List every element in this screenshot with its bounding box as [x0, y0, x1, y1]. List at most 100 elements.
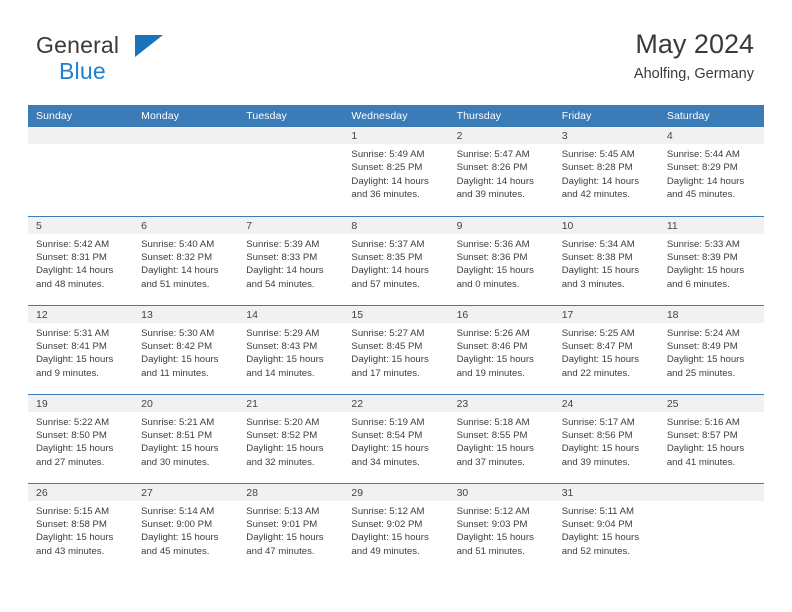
sunrise-text: Sunrise: 5:15 AM — [36, 505, 110, 517]
sunrise-text: Sunrise: 5:14 AM — [141, 505, 215, 517]
calendar-day-cell[interactable]: 30 Sunrise: 5:12 AM Sunset: 9:03 PM Dayligh… — [448, 482, 554, 572]
calendar-day-cell[interactable]: 4 Sunrise: 5:44 AM Sunset: 8:29 PM Daylight… — [658, 127, 764, 216]
day-number: 9 — [448, 216, 554, 234]
daylight-text-line1: Daylight: 15 hours — [456, 265, 534, 277]
daylight-text-line1: Daylight: 15 hours — [246, 532, 324, 544]
day-number: 8 — [343, 216, 449, 234]
brand-logo[interactable]: General Blue — [36, 34, 236, 86]
daylight-text-line1: Daylight: 15 hours — [36, 354, 114, 366]
calendar-day-cell[interactable]: 1 Sunrise: 5:49 AM Sunset: 8:25 PM Daylight… — [343, 127, 449, 216]
day-number: 29 — [343, 483, 449, 501]
day-number-band — [28, 127, 134, 144]
calendar-day-cell[interactable]: 25 Sunrise: 5:16 AM Sunset: 8:57 PM Dayligh… — [658, 393, 764, 483]
day-number: 17 — [553, 305, 659, 323]
calendar-day-cell[interactable]: 16 Sunrise: 5:26 AM Sunset: 8:46 PM Dayligh… — [448, 304, 554, 394]
sunset-text: Sunset: 8:25 PM — [351, 162, 423, 174]
day-details: Sunrise: 5:12 AM Sunset: 9:02 PM Daylight:… — [343, 501, 448, 559]
daylight-text-line1: Daylight: 15 hours — [561, 354, 640, 366]
daylight-text-line2: and 54 minutes. — [246, 278, 315, 290]
daylight-text-line1: Daylight: 14 hours — [351, 175, 429, 187]
daylight-text-line2: and 51 minutes. — [456, 545, 525, 557]
sunrise-text: Sunrise: 5:17 AM — [561, 416, 635, 428]
daylight-text-line2: and 0 minutes. — [456, 278, 520, 290]
calendar-day-cell[interactable]: 21 Sunrise: 5:20 AM Sunset: 8:52 PM Dayligh… — [238, 393, 344, 483]
daylight-text-line1: Daylight: 15 hours — [246, 354, 324, 366]
calendar-day-cell[interactable]: 7 Sunrise: 5:39 AM Sunset: 8:33 PM Daylight… — [238, 215, 344, 305]
day-number: 10 — [553, 216, 659, 234]
calendar-day-cell[interactable]: 11 Sunrise: 5:33 AM Sunset: 8:39 PM Dayligh… — [658, 215, 764, 305]
sunrise-text: Sunrise: 5:30 AM — [141, 327, 215, 339]
calendar-day-cell[interactable]: 14 Sunrise: 5:29 AM Sunset: 8:43 PM Dayligh… — [238, 304, 344, 394]
calendar-header-row: Sunday Monday Tuesday Wednesday Thursday Frid… — [28, 105, 764, 127]
calendar-day-cell[interactable]: 5 Sunrise: 5:42 AM Sunset: 8:31 PM Daylight… — [28, 215, 134, 305]
calendar-day-cell[interactable]: 19 Sunrise: 5:22 AM Sunset: 8:50 PM Dayligh… — [28, 393, 134, 483]
calendar-week-row: 1 Sunrise: 5:49 AM Sunset: 8:25 PM Daylight… — [28, 127, 764, 216]
calendar-day-cell[interactable]: 8 Sunrise: 5:37 AM Sunset: 8:35 PM Daylight… — [343, 215, 449, 305]
sunset-text: Sunset: 8:41 PM — [36, 340, 107, 352]
calendar-day-cell[interactable]: 24 Sunrise: 5:17 AM Sunset: 8:56 PM Dayligh… — [553, 393, 659, 483]
calendar-day-cell[interactable]: 28 Sunrise: 5:13 AM Sunset: 9:01 PM Dayligh… — [238, 482, 344, 572]
brand-name-blue: Blue — [59, 58, 106, 84]
day-details: Sunrise: 5:29 AM Sunset: 8:43 PM Daylight:… — [238, 323, 343, 381]
calendar-day-cell[interactable]: 3 Sunrise: 5:45 AM Sunset: 8:28 PM Daylight… — [553, 127, 659, 216]
calendar-day-cell[interactable]: 10 Sunrise: 5:34 AM Sunset: 8:38 PM Dayligh… — [553, 215, 659, 305]
sunrise-text: Sunrise: 5:42 AM — [36, 238, 110, 250]
daylight-text-line1: Daylight: 15 hours — [561, 532, 640, 544]
day-details: Sunrise: 5:22 AM Sunset: 8:50 PM Daylight:… — [28, 412, 133, 470]
day-details: Sunrise: 5:16 AM Sunset: 8:57 PM Daylight:… — [659, 412, 764, 470]
day-number: 7 — [238, 216, 344, 234]
sunrise-text: Sunrise: 5:29 AM — [246, 327, 320, 339]
calendar-day-cell[interactable]: 9 Sunrise: 5:36 AM Sunset: 8:36 PM Daylight… — [448, 215, 554, 305]
day-number: 28 — [238, 483, 344, 501]
daylight-text-line1: Daylight: 14 hours — [246, 265, 324, 277]
daylight-text-line1: Daylight: 15 hours — [561, 265, 640, 277]
day-number-band — [658, 483, 764, 501]
calendar-day-cell[interactable]: 6 Sunrise: 5:40 AM Sunset: 8:32 PM Daylight… — [133, 215, 239, 305]
day-details: Sunrise: 5:45 AM Sunset: 8:28 PM Daylight:… — [554, 144, 659, 202]
day-details: Sunrise: 5:47 AM Sunset: 8:26 PM Daylight:… — [449, 144, 554, 202]
sunset-text: Sunset: 8:57 PM — [666, 429, 738, 441]
day-number: 2 — [448, 127, 554, 144]
calendar-week-row: 19 Sunrise: 5:22 AM Sunset: 8:50 PM Dayligh… — [28, 393, 764, 483]
day-details: Sunrise: 5:15 AM Sunset: 8:58 PM Daylight:… — [28, 501, 133, 559]
calendar-day-cell[interactable]: 13 Sunrise: 5:30 AM Sunset: 8:42 PM Dayligh… — [133, 304, 239, 394]
weekday-header-wednesday: Wednesday — [343, 105, 449, 127]
sunset-text: Sunset: 8:42 PM — [141, 340, 213, 352]
calendar-day-cell[interactable]: 23 Sunrise: 5:18 AM Sunset: 8:55 PM Dayligh… — [448, 393, 554, 483]
day-number: 15 — [343, 305, 449, 323]
page-header: General Blue May 2024 Aholfing, Germany — [0, 0, 792, 83]
calendar-day-cell[interactable]: 20 Sunrise: 5:21 AM Sunset: 8:51 PM Dayligh… — [133, 393, 239, 483]
sunset-text: Sunset: 8:55 PM — [456, 429, 528, 441]
calendar-day-cell[interactable]: 31 Sunrise: 5:11 AM Sunset: 9:04 PM Dayligh… — [553, 482, 659, 572]
calendar-day-cell[interactable]: 15 Sunrise: 5:27 AM Sunset: 8:45 PM Dayligh… — [343, 304, 449, 394]
daylight-text-line1: Daylight: 14 hours — [36, 265, 114, 277]
day-details: Sunrise: 5:11 AM Sunset: 9:04 PM Daylight:… — [554, 501, 659, 559]
sunrise-text: Sunrise: 5:47 AM — [456, 149, 530, 160]
calendar-day-cell[interactable]: 27 Sunrise: 5:14 AM Sunset: 9:00 PM Dayligh… — [133, 482, 239, 572]
daylight-text-line1: Daylight: 15 hours — [666, 265, 745, 277]
daylight-text-line2: and 45 minutes. — [141, 545, 210, 557]
sunrise-text: Sunrise: 5:21 AM — [141, 416, 215, 428]
title-block: May 2024 Aholfing, Germany — [634, 28, 754, 84]
calendar-day-cell[interactable]: 2 Sunrise: 5:47 AM Sunset: 8:26 PM Daylight… — [448, 127, 554, 216]
day-details: Sunrise: 5:26 AM Sunset: 8:46 PM Daylight:… — [449, 323, 554, 381]
calendar-day-cell[interactable]: 26 Sunrise: 5:15 AM Sunset: 8:58 PM Dayligh… — [28, 482, 134, 572]
calendar-day-cell-empty — [238, 127, 344, 216]
daylight-text-line1: Daylight: 15 hours — [36, 532, 114, 544]
calendar-day-cell[interactable]: 22 Sunrise: 5:19 AM Sunset: 8:54 PM Dayligh… — [343, 393, 449, 483]
sunrise-text: Sunrise: 5:31 AM — [36, 327, 110, 339]
calendar-day-cell[interactable]: 29 Sunrise: 5:12 AM Sunset: 9:02 PM Dayligh… — [343, 482, 449, 572]
sunset-text: Sunset: 8:28 PM — [561, 162, 633, 174]
calendar-day-cell[interactable]: 12 Sunrise: 5:31 AM Sunset: 8:41 PM Dayligh… — [28, 304, 134, 394]
calendar-day-cell[interactable]: 17 Sunrise: 5:25 AM Sunset: 8:47 PM Dayligh… — [553, 304, 659, 394]
calendar-day-cell[interactable]: 18 Sunrise: 5:24 AM Sunset: 8:49 PM Dayligh… — [658, 304, 764, 394]
day-number: 14 — [238, 305, 344, 323]
daylight-text-line2: and 43 minutes. — [36, 545, 105, 557]
sunrise-text: Sunrise: 5:45 AM — [561, 149, 635, 160]
calendar-day-cell-empty — [28, 127, 134, 216]
daylight-text-line1: Daylight: 14 hours — [141, 265, 219, 277]
day-number: 25 — [658, 394, 764, 412]
daylight-text-line2: and 32 minutes. — [246, 456, 315, 468]
daylight-text-line1: Daylight: 15 hours — [456, 443, 534, 455]
day-number-band — [133, 127, 239, 144]
